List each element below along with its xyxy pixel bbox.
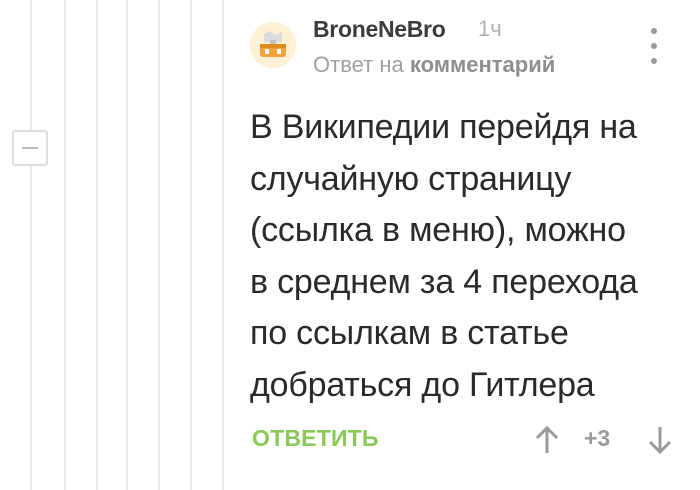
- thread-line: [96, 0, 98, 490]
- reply-to-link[interactable]: комментарий: [410, 52, 555, 77]
- thread-line: [126, 0, 128, 490]
- vertical-dots-icon: [651, 58, 657, 64]
- vertical-dots-icon: [651, 28, 657, 34]
- comment-text: В Википедии перейдя на случайную страниц…: [250, 108, 638, 404]
- thread-line: [158, 0, 160, 490]
- reply-to: Ответ на комментарий: [313, 52, 555, 78]
- reply-to-prefix: Ответ на: [313, 52, 404, 77]
- vertical-dots-icon: [651, 43, 657, 49]
- rating-count: +3: [584, 425, 611, 451]
- collapse-thread-button[interactable]: [12, 130, 48, 166]
- downvote-button[interactable]: [645, 420, 675, 460]
- more-options-button[interactable]: [646, 28, 662, 64]
- minus-icon: [22, 147, 38, 149]
- comment: BroneNeBro 1ч Ответ на комментарий В Вик…: [250, 0, 700, 490]
- timestamp: 1ч: [478, 16, 502, 41]
- arrow-up-icon: [535, 425, 559, 453]
- avatar-image: [250, 22, 296, 68]
- thread-lines: [0, 0, 240, 490]
- thread-line: [30, 0, 32, 490]
- avatar[interactable]: [250, 22, 296, 68]
- reply-button[interactable]: ОТВЕТИТЬ: [252, 425, 379, 452]
- upvote-button[interactable]: [532, 420, 562, 460]
- thread-line: [222, 0, 224, 490]
- thread-line: [64, 0, 66, 490]
- arrow-down-icon: [648, 427, 672, 455]
- thread-line: [190, 0, 192, 490]
- author-name[interactable]: BroneNeBro: [313, 16, 446, 43]
